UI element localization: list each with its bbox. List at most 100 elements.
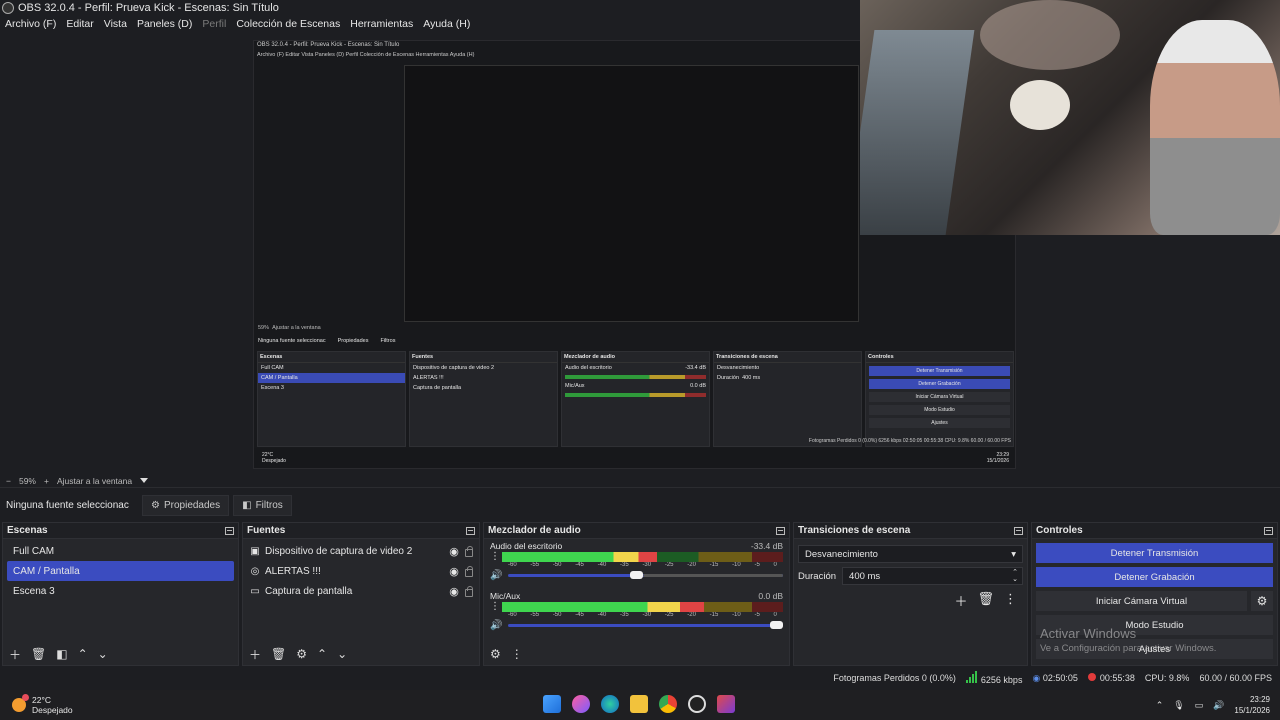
obs-logo-icon xyxy=(2,2,14,14)
source-item-capture-device[interactable]: ▣ Dispositivo de captura de video 2 ◉ xyxy=(243,541,479,561)
speaker-icon[interactable]: 🔊 xyxy=(490,570,502,581)
volume-meter xyxy=(502,601,783,612)
menu-archivo[interactable]: Archivo (F) xyxy=(0,18,61,30)
zoom-level: 59% xyxy=(18,475,36,486)
speaker-icon[interactable]: 🔊 xyxy=(490,620,502,631)
filters-button[interactable]: ◧ Filtros xyxy=(233,494,292,516)
spinner-icon[interactable]: ⌃ ⌄ xyxy=(1012,569,1018,583)
app-icon[interactable] xyxy=(717,695,735,713)
volume-slider[interactable] xyxy=(508,571,783,579)
menu-editar[interactable]: Editar xyxy=(61,18,98,30)
nested-mixer-panel: Mezclador de audio Audio del escritorio -… xyxy=(561,351,710,447)
mixer-settings-icon[interactable]: ⚙ xyxy=(490,647,501,661)
windows-taskbar: 22°C Despejado ⌃ 🎙 ▭ 🔊 23:29 15/1/2026 xyxy=(0,690,1280,720)
move-up-icon[interactable]: ⌃ xyxy=(78,647,88,661)
track-db: -33.4 dB xyxy=(750,541,783,551)
add-scene-icon[interactable]: ＋ xyxy=(9,646,21,663)
browser-icon: ◎ xyxy=(250,565,260,577)
scene-item-escena-3[interactable]: Escena 3 xyxy=(7,581,234,601)
chevron-down-icon: ▾ xyxy=(1011,548,1016,560)
nested-transitions-panel: Transiciones de escena Desvanecimiento D… xyxy=(713,351,862,447)
menu-paneles[interactable]: Paneles (D) xyxy=(132,18,197,30)
add-transition-icon[interactable]: ＋ xyxy=(954,591,967,610)
zoom-in-button[interactable]: + xyxy=(44,476,49,486)
source-item-alertas[interactable]: ◎ ALERTAS !!! ◉ xyxy=(243,561,479,581)
kebab-menu-icon[interactable]: ⋮ xyxy=(511,647,523,661)
start-virtual-camera-button[interactable]: Iniciar Cámara Virtual xyxy=(1036,591,1247,611)
move-up-icon[interactable]: ⌃ xyxy=(317,647,327,661)
scene-item-full-cam[interactable]: Full CAM xyxy=(7,541,234,561)
chevron-down-icon[interactable] xyxy=(140,478,149,483)
menu-herramientas[interactable]: Herramientas xyxy=(345,18,418,30)
scene-item-cam-pantalla[interactable]: CAM / Pantalla xyxy=(7,561,234,581)
trash-icon[interactable]: 🗑 xyxy=(31,647,46,661)
nested-panels: Escenas Full CAM CAM / Pantalla Escena 3… xyxy=(254,351,1015,447)
weather-widget[interactable]: 22°C Despejado xyxy=(0,694,73,715)
copilot-icon[interactable] xyxy=(572,695,590,713)
lock-icon[interactable] xyxy=(465,586,473,597)
display-icon[interactable]: ▭ xyxy=(1195,700,1204,711)
stop-streaming-button[interactable]: Detener Transmisión xyxy=(1036,543,1273,563)
lock-icon[interactable] xyxy=(465,566,473,577)
undock-icon[interactable] xyxy=(466,526,475,535)
add-source-icon[interactable]: ＋ xyxy=(249,646,261,663)
menu-vista[interactable]: Vista xyxy=(99,18,132,30)
gear-icon[interactable]: ⚙ xyxy=(1251,591,1273,611)
meter-ticks: -60 -55 -50 -45 -40 -35 -30 -25 -20 -15 -10 -5 0 xyxy=(508,562,777,568)
kebab-menu-icon[interactable]: ⋮ xyxy=(490,551,500,562)
folder-icon[interactable] xyxy=(630,695,648,713)
filter-icon[interactable]: ◧ xyxy=(56,647,67,661)
record-time: 00:55:38 xyxy=(1087,673,1135,683)
undock-icon[interactable] xyxy=(776,526,785,535)
fit-to-window[interactable]: Ajustar a la ventana xyxy=(57,476,132,486)
undock-icon[interactable] xyxy=(1014,526,1023,535)
menu-coleccion-escenas[interactable]: Colección de Escenas xyxy=(231,18,345,30)
eye-icon[interactable]: ◉ xyxy=(447,565,461,578)
nested-taskbar: 22°C Despejado 23:29 15/1/2026 xyxy=(254,448,1015,468)
lock-icon[interactable] xyxy=(465,546,473,557)
undock-icon[interactable] xyxy=(225,526,234,535)
transitions-title: Transiciones de escena xyxy=(798,525,911,536)
volume-slider[interactable] xyxy=(508,621,783,629)
chevron-up-icon[interactable]: ⌃ xyxy=(1156,700,1164,711)
transition-select[interactable]: Desvanecimiento ▾ xyxy=(798,545,1023,563)
sources-title: Fuentes xyxy=(247,525,286,536)
mic-icon[interactable]: 🎙 xyxy=(1173,700,1184,711)
trash-icon[interactable]: 🗑 xyxy=(977,591,994,610)
eye-icon[interactable]: ◉ xyxy=(447,545,461,558)
menu-ayuda[interactable]: Ayuda (H) xyxy=(418,18,475,30)
obs-icon[interactable] xyxy=(688,695,706,713)
monitor-icon: ▭ xyxy=(250,585,260,597)
kebab-menu-icon[interactable]: ⋮ xyxy=(1004,591,1017,610)
clock[interactable]: 23:29 15/1/2026 xyxy=(1234,694,1270,716)
dropped-frames: Fotogramas Perdidos 0 (0.0%) xyxy=(833,673,956,683)
duration-input[interactable]: 400 ms ⌃ ⌄ xyxy=(842,567,1023,585)
transitions-dock: Transiciones de escena Desvanecimiento ▾… xyxy=(793,522,1028,666)
chrome-icon[interactable] xyxy=(659,695,677,713)
kebab-menu-icon[interactable]: ⋮ xyxy=(490,601,500,612)
nested-preview xyxy=(404,65,859,322)
move-down-icon[interactable]: ⌄ xyxy=(337,647,347,661)
filter-icon: ◧ xyxy=(242,499,252,511)
gear-icon[interactable]: ⚙ xyxy=(296,647,307,661)
mixer-title: Mezclador de audio xyxy=(488,525,581,536)
settings-button[interactable]: Ajustes xyxy=(1036,639,1273,659)
menu-perfil[interactable]: Perfil xyxy=(197,18,231,30)
volume-icon[interactable]: 🔊 xyxy=(1213,700,1224,711)
trash-icon[interactable]: 🗑 xyxy=(271,647,286,661)
eye-icon[interactable]: ◉ xyxy=(447,585,461,598)
move-down-icon[interactable]: ⌄ xyxy=(98,647,108,661)
audio-mixer-dock: Mezclador de audio Audio del escritorio … xyxy=(483,522,790,666)
studio-mode-button[interactable]: Modo Estudio xyxy=(1036,615,1273,635)
source-item-screen-capture[interactable]: ▭ Captura de pantalla ◉ xyxy=(243,581,479,601)
undock-icon[interactable] xyxy=(1264,526,1273,535)
zoom-out-button[interactable]: − xyxy=(6,476,11,486)
edge-icon[interactable] xyxy=(601,695,619,713)
cpu-usage: CPU: 9.8% xyxy=(1144,673,1190,683)
scenes-dock: Escenas Full CAM CAM / Pantalla Escena 3… xyxy=(2,522,239,666)
nested-zoombar: 59% Ajustar a la ventana xyxy=(258,325,321,331)
windows-start-icon[interactable] xyxy=(543,695,561,713)
stop-recording-button[interactable]: Detener Grabación xyxy=(1036,567,1273,587)
properties-button[interactable]: ⚙ Propiedades xyxy=(142,494,230,516)
camera-icon: ▣ xyxy=(250,545,260,557)
